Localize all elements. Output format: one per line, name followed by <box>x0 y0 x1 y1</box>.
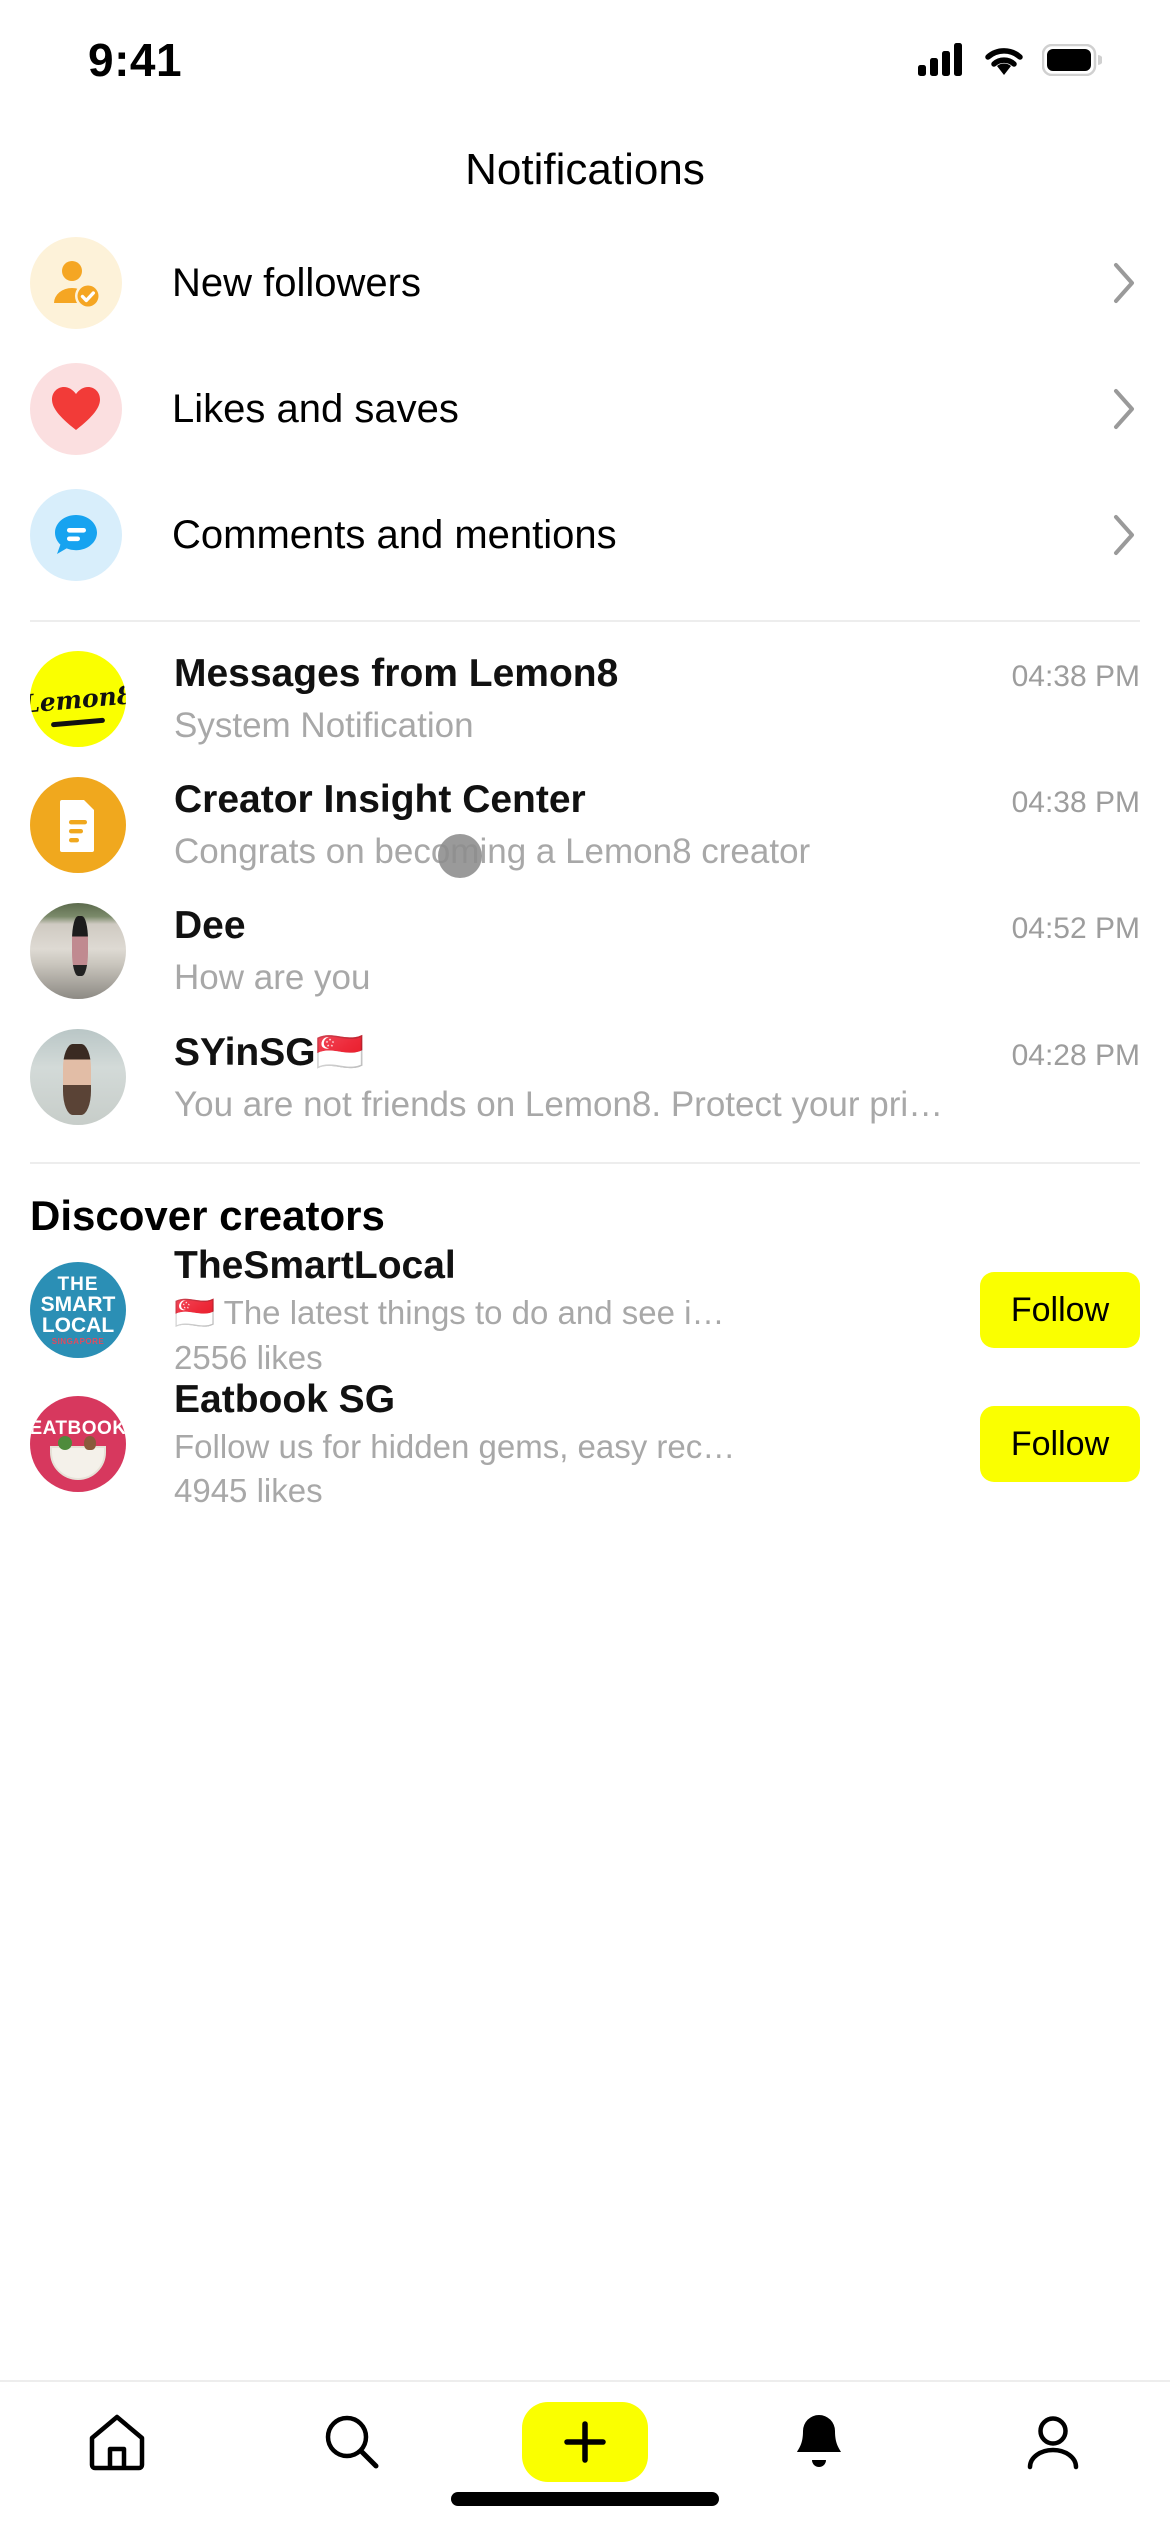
document-icon <box>60 800 94 852</box>
tab-search[interactable] <box>261 2396 441 2488</box>
status-time: 9:41 <box>88 34 183 86</box>
battery-icon <box>1042 44 1102 76</box>
wifi-icon <box>985 48 1023 75</box>
lemon8-logo-avatar: Lemon8 <box>30 651 126 747</box>
category-label: Likes and saves <box>172 386 459 431</box>
message-body: SYinSG🇸🇬 04:28 PM You are not friends on… <box>174 1029 1140 1125</box>
heart-icon <box>30 363 122 455</box>
photo-avatar-syinsg <box>30 1029 126 1125</box>
thesmartlocal-logo-avatar: THE SMART LOCAL SINGAPORE <box>30 1262 126 1358</box>
section-divider <box>30 1162 1140 1164</box>
message-title: Dee <box>174 904 246 947</box>
chevron-right-icon <box>1110 261 1140 305</box>
message-subtitle: You are not friends on Lemon8. Protect y… <box>174 1085 944 1124</box>
category-label: Comments and mentions <box>172 512 617 557</box>
creator-likes: 4945 likes <box>174 1472 323 1509</box>
person-icon <box>1027 2416 1079 2470</box>
page-title: Notifications <box>465 145 705 194</box>
category-row-comments-and-mentions[interactable]: Comments and mentions <box>0 472 1170 598</box>
notifications-list: New followers Likes and saves Comments a… <box>0 220 1170 2380</box>
tab-home[interactable] <box>27 2396 207 2488</box>
message-subtitle: System Notification <box>174 706 474 745</box>
creator-likes: 2556 likes <box>174 1338 323 1376</box>
tab-notifications[interactable] <box>729 2396 909 2488</box>
creator-description: 🇸🇬 The latest things to do and see i… <box>174 1293 725 1331</box>
message-row[interactable]: Creator Insight Center 04:38 PM Congrats… <box>0 762 1170 888</box>
home-indicator <box>451 2492 719 2506</box>
message-row[interactable]: Dee 04:52 PM How are you <box>0 888 1170 1014</box>
bell-icon <box>797 2415 841 2467</box>
message-row[interactable]: SYinSG🇸🇬 04:28 PM You are not friends on… <box>0 1014 1170 1140</box>
photo-avatar-dee <box>30 903 126 999</box>
creator-name: TheSmartLocal <box>174 1243 456 1287</box>
category-label: New followers <box>172 260 421 305</box>
message-time: 04:38 PM <box>1011 786 1140 819</box>
message-time: 04:38 PM <box>1011 660 1140 693</box>
discover-creators-heading: Discover creators <box>30 1192 385 1239</box>
bottom-tab-bar <box>0 2380 1170 2532</box>
status-bar: 9:41 <box>0 0 1170 120</box>
tab-profile[interactable] <box>963 2396 1143 2488</box>
app-screen: 9:41 Notifications New followers Likes a… <box>0 0 1170 2532</box>
message-subtitle: Congrats on becoming a Lemon8 creator <box>174 832 811 871</box>
message-title: Messages from Lemon8 <box>174 652 619 695</box>
creator-description: Follow us for hidden gems, easy rec… <box>174 1428 736 1465</box>
status-icons-group <box>918 43 1102 77</box>
message-row[interactable]: Lemon8 Messages from Lemon8 04:38 PM Sys… <box>0 636 1170 762</box>
message-body: Dee 04:52 PM How are you <box>174 904 1140 998</box>
page-header: Notifications <box>0 120 1170 220</box>
creator-name: Eatbook SG <box>174 1378 396 1421</box>
comment-bubble-icon <box>30 489 122 581</box>
message-subtitle: How are you <box>174 958 371 997</box>
message-time: 04:52 PM <box>1011 912 1140 945</box>
creator-body: Eatbook SG Follow us for hidden gems, ea… <box>174 1378 960 1510</box>
category-row-likes-and-saves[interactable]: Likes and saves <box>0 346 1170 472</box>
message-title: Creator Insight Center <box>174 778 586 821</box>
follow-button[interactable]: Follow <box>980 1406 1140 1482</box>
message-time: 04:28 PM <box>1011 1039 1140 1072</box>
tab-create[interactable] <box>495 2396 675 2488</box>
chevron-right-icon <box>1110 513 1140 557</box>
plus-icon <box>564 2421 606 2463</box>
creator-row[interactable]: THE SMART LOCAL SINGAPORE TheSmartLocal 🇸🇬 … <box>0 1244 1170 1377</box>
document-icon-avatar <box>30 777 126 873</box>
eatbook-logo-avatar: EATBOOK <box>30 1396 126 1492</box>
signal-bars-icon <box>918 43 962 76</box>
home-icon <box>89 2414 145 2471</box>
search-icon <box>325 2415 379 2469</box>
message-body: Creator Insight Center 04:38 PM Congrats… <box>174 778 1140 872</box>
chevron-right-icon <box>1110 387 1140 431</box>
message-title: SYinSG🇸🇬 <box>174 1031 365 1074</box>
message-body: Messages from Lemon8 04:38 PM System Not… <box>174 652 1140 746</box>
creator-body: TheSmartLocal 🇸🇬 The latest things to do… <box>174 1244 960 1377</box>
creator-row[interactable]: EATBOOK Eatbook SG Follow us for hidden … <box>0 1378 1170 1510</box>
create-post-button[interactable] <box>522 2402 648 2482</box>
person-check-icon <box>30 237 122 329</box>
section-divider <box>30 620 1140 622</box>
category-row-new-followers[interactable]: New followers <box>0 220 1170 346</box>
follow-button[interactable]: Follow <box>980 1272 1140 1348</box>
